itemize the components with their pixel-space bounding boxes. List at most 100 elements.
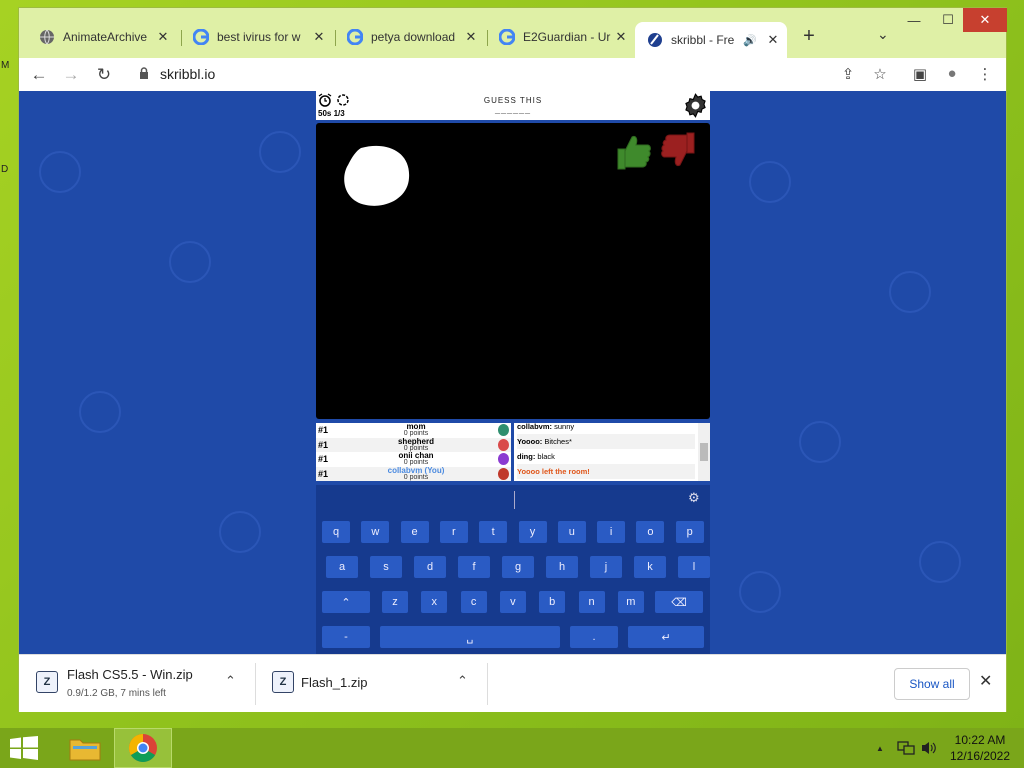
reload-button[interactable]: ↻ [92, 63, 116, 87]
key-t[interactable]: t [479, 521, 508, 543]
key-dash[interactable]: - [322, 626, 370, 648]
windows-start-icon[interactable] [10, 736, 38, 760]
key-p[interactable]: p [675, 521, 704, 543]
key-w[interactable]: w [361, 521, 390, 543]
key-l[interactable]: l [678, 556, 710, 578]
tab-skribbl[interactable]: skribbl - Fre 🔊 ✕ [635, 22, 787, 58]
tab-best-ivirus[interactable]: best ivirus for w ✕ [181, 23, 333, 51]
tab-label: best ivirus for w [217, 30, 301, 44]
virtual-keyboard: ⚙ q w e r t y u i o p a s d f g h j k l ⌃ z x c v b n m ⌫ - ␣. ↵ [316, 485, 710, 654]
globe-icon [40, 29, 54, 45]
profile-icon[interactable]: ● [941, 65, 963, 85]
drawing-canvas[interactable] [316, 123, 710, 419]
tray-overflow-icon[interactable]: ▲ [876, 744, 884, 753]
new-tab-button[interactable]: + [797, 25, 821, 48]
close-download-bar-icon[interactable]: ✕ [979, 671, 992, 691]
key-period[interactable]: . [570, 626, 618, 648]
tab-close-icon[interactable]: ✕ [463, 29, 479, 45]
close-window-button[interactable]: ✕ [963, 8, 1007, 32]
key-z[interactable]: z [382, 591, 408, 613]
tab-search-button[interactable]: ⌄ [877, 26, 889, 43]
player-row[interactable]: #1 onii chan 0 points [316, 452, 511, 467]
tab-petya-download[interactable]: petya download ✕ [335, 23, 485, 51]
clock-time: 10:22 AM [954, 733, 1006, 747]
tab-e2guardian[interactable]: E2Guardian - Ur ✕ [487, 23, 635, 51]
key-q[interactable]: q [322, 521, 350, 543]
lock-icon[interactable] [139, 67, 149, 80]
key-f[interactable]: f [458, 556, 490, 578]
key-shift[interactable]: ⌃ [322, 591, 370, 613]
bookmark-star-icon[interactable]: ☆ [869, 65, 891, 85]
player-row[interactable]: #1 mom 0 points [316, 423, 511, 438]
key-h[interactable]: h [546, 556, 578, 578]
key-v[interactable]: v [499, 591, 526, 613]
chat-message: ding: black [517, 449, 695, 464]
key-r[interactable]: r [439, 521, 468, 543]
speaker-icon[interactable]: 🔊 [743, 34, 757, 47]
menu-icon[interactable]: ⋮ [974, 65, 996, 85]
download-item[interactable]: Z Flash CS5.5 - Win.zip 0.9/1.2 GB, 7 mi… [19, 655, 255, 713]
key-g[interactable]: g [502, 556, 534, 578]
key-space[interactable]: ␣ [380, 626, 560, 648]
keyboard-settings-icon[interactable]: ⚙ [688, 490, 700, 506]
back-button[interactable]: ← [27, 63, 51, 87]
key-a[interactable]: a [326, 556, 358, 578]
show-all-button[interactable]: Show all [894, 668, 970, 700]
key-y[interactable]: y [518, 521, 547, 543]
side-panel-icon[interactable]: ▣ [909, 65, 931, 85]
key-m[interactable]: m [617, 591, 644, 613]
scrollbar-thumb[interactable] [700, 443, 708, 461]
key-i[interactable]: i [597, 521, 626, 543]
google-icon [193, 29, 209, 45]
chat-box: collabvm: sunny Yoooo: Bitches* ding: bl… [514, 422, 710, 481]
thumbs-down-icon[interactable] [660, 129, 700, 171]
thumbs-up-icon[interactable] [614, 131, 652, 171]
key-n[interactable]: n [578, 591, 605, 613]
key-d[interactable]: d [414, 556, 446, 578]
address-bar[interactable]: skribbl.io [160, 66, 215, 82]
chevron-up-icon[interactable]: ⌃ [457, 673, 468, 689]
network-icon[interactable] [897, 740, 915, 756]
volume-icon[interactable] [920, 740, 938, 756]
desktop-edge-label: D [1, 164, 9, 175]
game-top-bar: 50s 1/3 GUESS THIS ______ [316, 91, 710, 120]
key-x[interactable]: x [421, 591, 448, 613]
download-item[interactable]: Z Flash_1.zip ⌃ [255, 655, 487, 713]
key-k[interactable]: k [634, 556, 666, 578]
key-o[interactable]: o [636, 521, 665, 543]
system-clock[interactable]: 10:22 AM 12/16/2022 [940, 732, 1020, 764]
forward-button[interactable]: → [59, 63, 83, 87]
file-explorer-taskbar-button[interactable] [56, 728, 114, 768]
player-rank: #1 [318, 425, 329, 435]
key-s[interactable]: s [370, 556, 402, 578]
player-points: 0 points [403, 459, 429, 466]
chat-user: Yoooo: [517, 437, 543, 446]
guess-input[interactable]: ⚙ [316, 485, 710, 513]
chat-text: black [535, 452, 555, 461]
tab-label: AnimateArchive [63, 30, 148, 44]
tab-close-icon[interactable]: ✕ [311, 29, 327, 45]
chat-scrollbar[interactable] [698, 423, 710, 481]
minimize-button[interactable]: — [899, 8, 929, 32]
share-icon[interactable]: ⇪ [837, 65, 859, 85]
key-backspace[interactable]: ⌫ [655, 591, 703, 613]
tab-strip: AnimateArchive ✕ best ivirus for w ✕ pet… [19, 8, 1007, 58]
key-e[interactable]: e [400, 521, 429, 543]
tab-close-icon[interactable]: ✕ [155, 29, 171, 45]
chat-text: Bitches* [542, 437, 572, 446]
key-enter[interactable]: ↵ [628, 626, 704, 648]
maximize-button[interactable]: ☐ [933, 8, 963, 32]
tab-close-icon[interactable]: ✕ [613, 29, 629, 45]
key-u[interactable]: u [557, 521, 586, 543]
key-b[interactable]: b [539, 591, 566, 613]
chrome-taskbar-button[interactable] [114, 728, 172, 768]
player-row[interactable]: #1 shepherd 0 points [316, 437, 511, 452]
tab-close-icon[interactable]: ✕ [765, 32, 781, 48]
key-j[interactable]: j [590, 556, 622, 578]
key-c[interactable]: c [460, 591, 487, 613]
settings-gear-icon[interactable] [682, 92, 709, 119]
chevron-up-icon[interactable]: ⌃ [225, 673, 236, 689]
chat-text: sunny [552, 422, 575, 431]
tab-animatearchive[interactable]: AnimateArchive ✕ [27, 23, 177, 51]
player-row[interactable]: #1 collabvm (You) 0 points [316, 466, 511, 481]
